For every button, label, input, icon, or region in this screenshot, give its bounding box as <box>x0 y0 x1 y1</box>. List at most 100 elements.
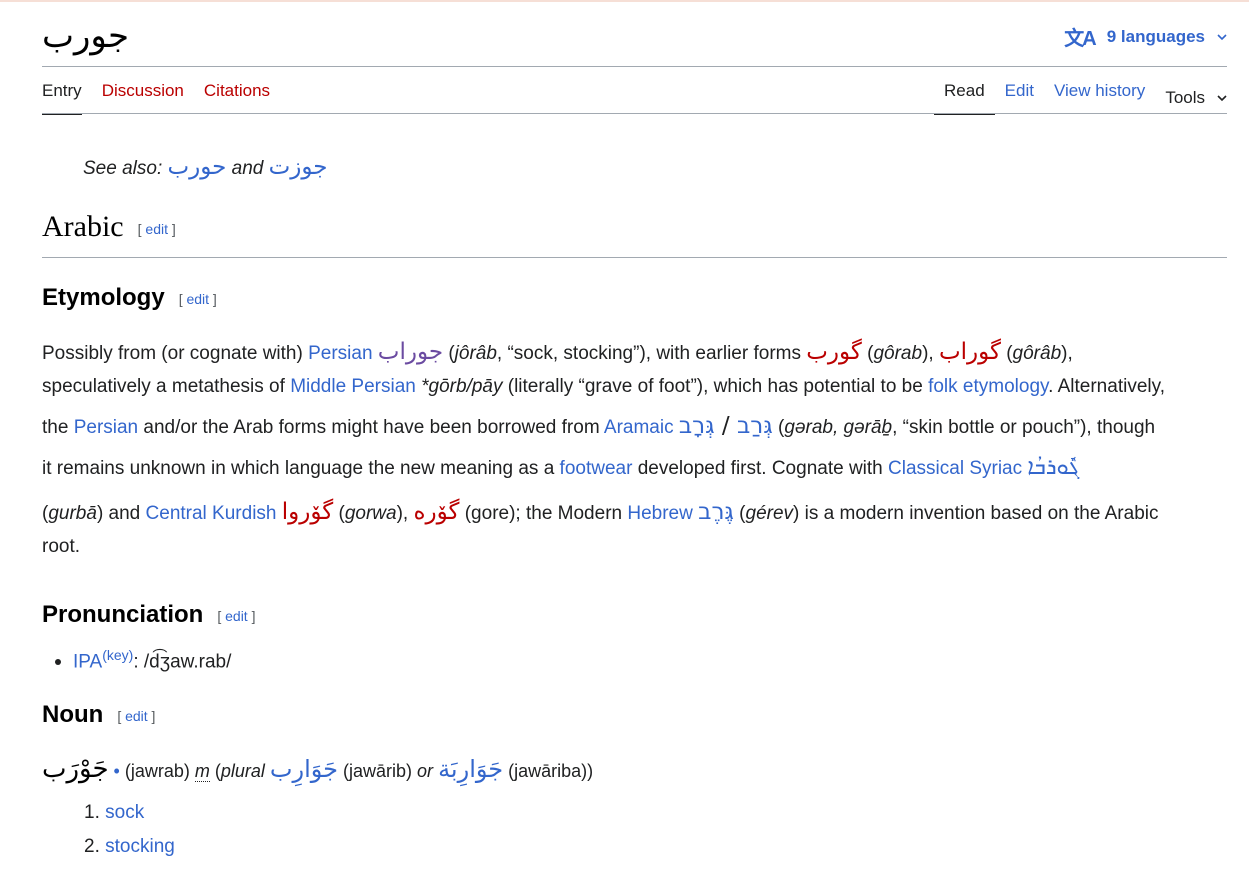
etymology-line-3: the Persian and/or the Arab forms might … <box>42 415 1155 438</box>
languages-label: 9 languages <box>1106 26 1205 46</box>
text: ), <box>396 503 414 524</box>
link-middle-persian[interactable]: Middle Persian <box>290 376 416 397</box>
link-word-gorab-long[interactable]: گوراب <box>939 339 1001 365</box>
link-syriac-word[interactable]: ܓܽܘܪܒܳܐ <box>1027 455 1079 480</box>
link-aramaic-word-2[interactable]: גְּרָב <box>679 413 715 439</box>
translit: gurbā <box>48 503 97 524</box>
see-also-link-2[interactable]: جوزت <box>269 154 328 180</box>
edit-link[interactable]: edit <box>225 608 248 624</box>
edit-link[interactable]: edit <box>145 221 168 237</box>
ipa-value: /d͡ʒaw.rab/ <box>143 651 232 673</box>
pronunciation-heading: Pronunciation [ edit ] <box>42 601 255 629</box>
chevron-down-icon <box>1217 33 1227 40</box>
link-hebrew-word[interactable]: גֶּרֶב <box>698 499 734 525</box>
link-kurdish-word-1[interactable]: گۆروا <box>282 499 333 525</box>
text: ( <box>772 417 785 438</box>
text: ( <box>209 761 221 781</box>
text: ) and <box>96 503 146 524</box>
text: (literally “grave of foot”), which has p… <box>502 376 929 397</box>
senses-list: 1. sock 2. stocking <box>84 802 175 870</box>
header-divider <box>42 66 1227 67</box>
pronunciation-heading-text: Pronunciation <box>42 601 204 628</box>
text: the <box>42 417 74 438</box>
link-sense-stocking[interactable]: stocking <box>105 836 175 857</box>
text: Possibly from (or cognate with) <box>42 343 309 364</box>
text: , “skin bottle or pouch”), though <box>892 417 1156 438</box>
link-kurdish-word-2[interactable]: گۆرە <box>413 499 459 525</box>
edit-link[interactable]: edit <box>125 708 148 724</box>
text: : <box>133 651 144 673</box>
link-persian-word[interactable]: جوراب <box>378 339 443 365</box>
list-item: 2. stocking <box>84 836 175 857</box>
link-plural-2[interactable]: جَوَارِبَة <box>438 755 503 783</box>
etymology-line-4: it remains unknown in which language the… <box>42 457 1079 479</box>
link-classical-syriac[interactable]: Classical Syriac <box>888 458 1022 479</box>
text: ( <box>1000 343 1013 364</box>
link-plural-1[interactable]: جَوَارِب <box>270 755 338 783</box>
translit: (jawāriba)) <box>503 761 594 781</box>
etymology-line-5: (gurbā) and Central Kurdish گۆروا (gorwa… <box>42 501 1159 524</box>
text: . Alternatively, <box>1048 376 1165 397</box>
text: ) is a modern invention based on the Ara… <box>793 503 1159 524</box>
etymology-line-2: speculatively a metathesis of Middle Per… <box>42 377 1165 396</box>
language-divider <box>42 257 1227 258</box>
see-also-label: See also: <box>83 158 163 179</box>
gender-marker[interactable]: m <box>194 761 210 782</box>
translit: gérev <box>745 503 794 524</box>
translit: jôrâb <box>454 343 497 364</box>
text: / <box>714 413 737 439</box>
headword: جَوْرَب <box>42 754 109 784</box>
link-footwear[interactable]: footwear <box>560 458 633 479</box>
link-aramaic-word-1[interactable]: גְּרַב <box>737 413 773 439</box>
noun-heading-text: Noun <box>42 701 104 728</box>
tab-edit[interactable]: Edit <box>995 81 1044 115</box>
text: ), <box>922 343 939 364</box>
link-aramaic[interactable]: Aramaic <box>604 417 674 438</box>
tools-menu[interactable]: Tools <box>1155 81 1227 115</box>
text: ), <box>1061 343 1073 364</box>
language-heading-text: Arabic <box>42 210 124 243</box>
ipa-list-item: IPA(key): /d͡ʒaw.rab/ <box>55 647 231 673</box>
translit: gôrâb <box>1012 343 1062 364</box>
link-folk-etymology[interactable]: folk etymology <box>928 376 1048 397</box>
list-item: 1. sock <box>84 802 145 823</box>
languages-button[interactable]: 文A 9 languages <box>1064 22 1227 51</box>
link-word-gorab[interactable]: گورب <box>806 339 862 365</box>
text: speculatively a metathesis of <box>42 376 291 397</box>
text: (gore); the Modern <box>459 503 628 524</box>
or-label: or <box>417 761 434 781</box>
tab-citations[interactable]: Citations <box>194 81 280 115</box>
tab-view-history[interactable]: View history <box>1044 81 1155 115</box>
tabs-divider <box>42 113 1227 114</box>
text: ( <box>733 503 746 524</box>
etymology-line-1: Possibly from (or cognate with) Persian … <box>42 341 1073 364</box>
text: it remains unknown in which language the… <box>42 458 560 479</box>
bullet <box>55 659 61 666</box>
tab-read[interactable]: Read <box>934 81 995 115</box>
link-central-kurdish[interactable]: Central Kurdish <box>146 503 277 524</box>
see-also-note: See also: حورب and جوزت <box>83 154 328 180</box>
edit-link[interactable]: edit <box>186 291 209 307</box>
tab-discussion[interactable]: Discussion <box>92 81 194 115</box>
text: ( <box>861 343 874 364</box>
tools-label: Tools <box>1165 88 1205 107</box>
text: ( <box>443 343 455 364</box>
headword-dot[interactable]: • <box>109 761 125 781</box>
link-persian[interactable]: Persian <box>308 343 372 364</box>
translit: gərab, gərāḇ <box>784 417 893 438</box>
see-also-link-1[interactable]: حورب <box>168 154 227 180</box>
edit-section-arabic: [ edit ] <box>137 221 176 238</box>
link-ipa-key[interactable]: (key) <box>102 647 133 663</box>
link-persian[interactable]: Persian <box>74 417 138 438</box>
page-title: جورب <box>42 16 130 56</box>
etymology-line-6: root. <box>42 536 81 557</box>
link-ipa[interactable]: IPA <box>73 651 102 672</box>
language-icon: 文A <box>1064 28 1096 50</box>
tab-entry[interactable]: Entry <box>42 81 92 115</box>
edit-section-pronunciation: [ edit ] <box>217 607 256 624</box>
text: and/or the Arab forms might have been bo… <box>138 417 604 438</box>
link-hebrew[interactable]: Hebrew <box>627 503 692 524</box>
etymology-heading: Etymology [ edit ] <box>42 284 217 312</box>
link-sense-sock[interactable]: sock <box>105 802 144 823</box>
view-tabs: Read Edit View history Tools <box>934 81 1227 115</box>
